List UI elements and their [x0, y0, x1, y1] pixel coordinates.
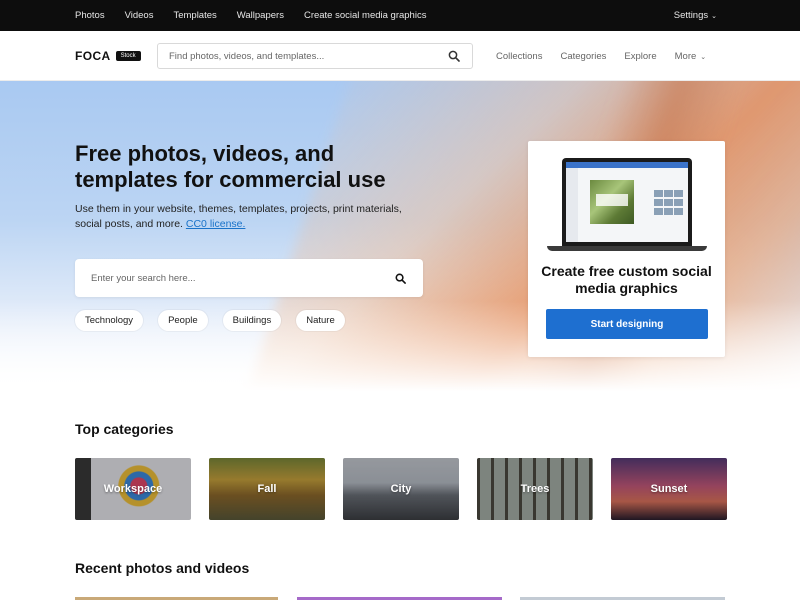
- category-label: Fall: [257, 483, 277, 495]
- category-trees[interactable]: Trees: [477, 458, 593, 520]
- suggested-tags: Technology People Buildings Nature: [75, 310, 360, 331]
- topbar-link-social-graphics[interactable]: Create social media graphics: [304, 10, 427, 21]
- tag-technology[interactable]: Technology: [75, 310, 144, 331]
- topbar-link-photos[interactable]: Photos: [75, 10, 105, 21]
- topbar-link-wallpapers[interactable]: Wallpapers: [237, 10, 284, 21]
- category-label: Trees: [520, 483, 550, 495]
- category-label: Sunset: [650, 483, 688, 495]
- topbar-link-videos[interactable]: Videos: [125, 10, 154, 21]
- nav-collections[interactable]: Collections: [496, 51, 542, 62]
- header-nav: Collections Categories Explore More ⌄: [496, 31, 724, 81]
- hero-search-input[interactable]: [75, 259, 365, 297]
- category-fall[interactable]: Fall: [209, 458, 325, 520]
- settings-menu[interactable]: Settings ⌄: [674, 0, 717, 31]
- cc0-license-link[interactable]: CC0 license.: [186, 218, 246, 230]
- nav-more-label: More: [674, 50, 697, 62]
- header: FOCA Stock Collections Categories Explor…: [0, 31, 800, 81]
- category-city[interactable]: City: [343, 458, 459, 520]
- nav-explore[interactable]: Explore: [624, 51, 656, 62]
- promo-card: Create free custom social media graphics…: [528, 141, 725, 357]
- search-icon[interactable]: [395, 273, 406, 284]
- hero-search: [75, 259, 423, 297]
- logo-text: FOCA: [75, 49, 111, 63]
- topbar-link-templates[interactable]: Templates: [173, 10, 216, 21]
- search-icon[interactable]: [448, 50, 460, 62]
- category-label: City: [390, 483, 412, 495]
- recent-title: Recent photos and videos: [75, 560, 250, 576]
- top-bar: Photos Videos Templates Wallpapers Creat…: [0, 0, 800, 31]
- chevron-down-icon: ⌄: [711, 12, 717, 20]
- hero-subtitle: Use them in your website, themes, templa…: [75, 202, 420, 232]
- logo-badge: Stock: [115, 51, 141, 61]
- logo[interactable]: FOCA Stock: [75, 49, 141, 63]
- category-list: Workspace Fall City Trees Sunset: [75, 458, 727, 520]
- settings-label: Settings: [673, 10, 709, 21]
- nav-categories[interactable]: Categories: [560, 51, 606, 62]
- promo-title: Create free custom social media graphics: [541, 263, 712, 296]
- tag-nature[interactable]: Nature: [296, 310, 345, 331]
- laptop-illustration: [547, 158, 707, 252]
- category-label: Workspace: [103, 483, 163, 495]
- hero-title: Free photos, videos, and templates for c…: [75, 141, 386, 192]
- nav-more[interactable]: More ⌄: [675, 51, 706, 62]
- start-designing-button[interactable]: Start designing: [546, 309, 708, 339]
- header-search: [157, 43, 473, 69]
- chevron-down-icon: ⌄: [698, 53, 707, 61]
- category-sunset[interactable]: Sunset: [611, 458, 727, 520]
- category-workspace[interactable]: Workspace: [75, 458, 191, 520]
- tag-people[interactable]: People: [158, 310, 208, 331]
- tag-buildings[interactable]: Buildings: [222, 310, 282, 331]
- top-categories-title: Top categories: [75, 421, 174, 437]
- header-search-input[interactable]: [158, 44, 428, 68]
